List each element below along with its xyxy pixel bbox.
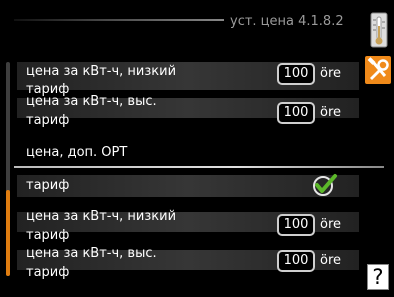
high-tariff-price-input[interactable]: 100: [277, 102, 315, 124]
unit-label: öre: [320, 66, 342, 81]
scrollbar-thumb[interactable]: [6, 190, 10, 276]
row-label-line2: тариф: [26, 265, 70, 280]
tools-icon[interactable]: [365, 56, 391, 84]
row-label-line1: цена за кВт-ч, низкий: [26, 64, 177, 79]
tariff-checkbox[interactable]: [312, 173, 338, 197]
wrench-icon: [367, 57, 389, 80]
unit-label: öre: [320, 105, 342, 120]
thermometer-icon[interactable]: [370, 12, 388, 48]
unit-label: öre: [320, 217, 342, 232]
settings-screen: уст. цена 4.1.8.2 цена за кВт-ч, низкий …: [0, 0, 394, 297]
row-label-line2: тариф: [26, 113, 70, 128]
row-label-line1: цена за кВт-ч, выс.: [26, 246, 157, 261]
help-icon[interactable]: ?: [367, 264, 389, 290]
high-tariff-extra-price-input[interactable]: 100: [277, 250, 315, 272]
page-title: уст. цена 4.1.8.2: [230, 14, 344, 29]
row-label-line2: тариф: [26, 228, 70, 243]
header-divider: [14, 19, 224, 21]
section-title: цена, доп. ОРТ: [26, 145, 128, 160]
row-label-line1: цена за кВт-ч, выс.: [26, 94, 157, 109]
row-label-line1: цена за кВт-ч, низкий: [26, 209, 177, 224]
low-tariff-price-input[interactable]: 100: [277, 63, 315, 85]
unit-label: öre: [320, 253, 342, 268]
low-tariff-extra-price-input[interactable]: 100: [277, 214, 315, 236]
tariff-label: тариф: [26, 178, 70, 193]
section-divider: [14, 166, 384, 168]
